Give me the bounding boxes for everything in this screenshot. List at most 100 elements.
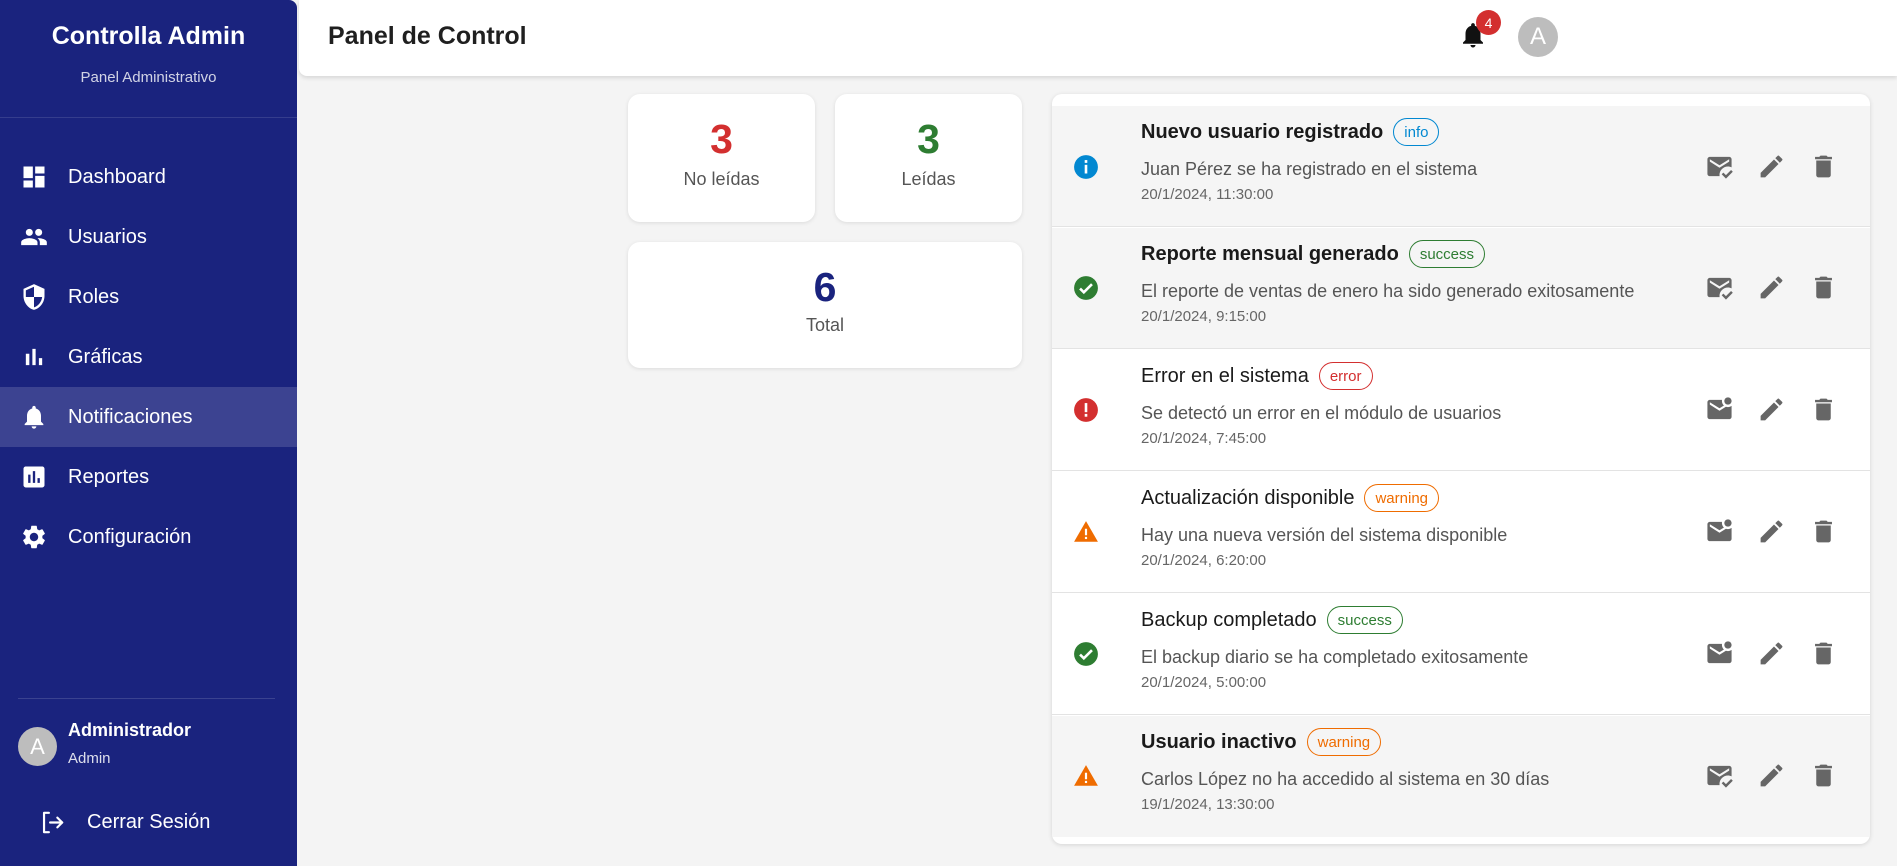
check-circle-icon	[1074, 276, 1098, 300]
sidebar-item-notificaciones[interactable]: Notificaciones	[0, 387, 297, 447]
edit-icon[interactable]	[1757, 152, 1786, 181]
avatar: A	[18, 727, 57, 766]
delete-icon[interactable]	[1809, 273, 1838, 302]
notification-message: Juan Pérez se ha registrado en el sistem…	[1141, 159, 1478, 179]
notification-type-chip: error	[1318, 362, 1373, 390]
bar-chart-icon	[25, 348, 43, 366]
notification-title: Error en el sistema	[1141, 364, 1309, 387]
notification-type-chip: success	[1326, 606, 1403, 634]
brand-subtitle: Panel Administrativo	[80, 69, 217, 86]
notification-item[interactable]: Reporte mensual generado success El repo…	[1052, 228, 1870, 349]
notification-count-badge: 4	[1476, 10, 1501, 35]
check-circle-icon	[1074, 642, 1098, 666]
notification-time: 20/1/2024, 5:00:00	[1141, 674, 1267, 691]
notification-time: 20/1/2024, 11:30:00	[1141, 186, 1274, 203]
mark-unread-icon[interactable]	[1705, 395, 1734, 424]
notification-type-chip: warning	[1306, 728, 1382, 756]
stat-value: 6	[813, 264, 837, 310]
mark-read-icon[interactable]	[1705, 152, 1734, 181]
logout-button[interactable]: Cerrar Sesión	[38, 808, 210, 837]
sidebar: Controlla Admin Panel Administrativo Das…	[0, 0, 297, 866]
sidebar-user: A Administrador Admin	[18, 720, 191, 767]
stat-value: 3	[710, 116, 733, 162]
notification-item[interactable]: Backup completado success El backup diar…	[1052, 594, 1870, 715]
user-role: Admin	[68, 750, 111, 767]
people-icon	[21, 228, 47, 246]
stat-card-total: 6 Total	[628, 242, 1022, 368]
sidebar-item-configuracion[interactable]: Configuración	[0, 507, 297, 567]
stat-card-read: 3 Leídas	[835, 94, 1022, 222]
notification-item[interactable]: Nuevo usuario registrado info Juan Pérez…	[1052, 106, 1870, 227]
edit-icon[interactable]	[1757, 395, 1786, 424]
notification-time: 20/1/2024, 6:20:00	[1141, 552, 1267, 569]
notification-type-chip: warning	[1364, 484, 1439, 512]
notification-type-chip: success	[1408, 240, 1486, 268]
notification-item[interactable]: Usuario inactivo warning Carlos López no…	[1052, 716, 1870, 837]
sidebar-item-label: Roles	[68, 285, 120, 308]
sidebar-item-dashboard[interactable]: Dashboard	[0, 147, 297, 207]
notification-title: Reporte mensual generado	[1141, 242, 1399, 265]
user-name: Administrador	[68, 720, 192, 740]
avatar[interactable]: A	[1518, 17, 1558, 57]
sidebar-item-label: Reportes	[68, 465, 150, 488]
warning-icon	[1074, 765, 1098, 786]
warning-icon	[1074, 521, 1098, 542]
notification-title: Nuevo usuario registrado	[1141, 120, 1384, 143]
stat-label: No leídas	[683, 169, 760, 189]
brand-title: Controlla Admin	[51, 22, 246, 50]
notification-title: Usuario inactivo	[1141, 730, 1297, 753]
mark-read-icon[interactable]	[1705, 273, 1734, 302]
delete-icon[interactable]	[1809, 517, 1838, 546]
sidebar-item-usuarios[interactable]: Usuarios	[0, 207, 297, 267]
stat-card-unread: 3 No leídas	[628, 94, 815, 222]
sidebar-item-label: Usuarios	[68, 225, 147, 248]
sidebar-item-label: Dashboard	[68, 165, 166, 188]
notification-item[interactable]: Error en el sistema error Se detectó un …	[1052, 350, 1870, 471]
delete-icon[interactable]	[1809, 639, 1838, 668]
notification-item[interactable]: Actualización disponible warning Hay una…	[1052, 472, 1870, 593]
notification-title: Backup completado	[1141, 608, 1317, 631]
notification-message: Carlos López no ha accedido al sistema e…	[1141, 769, 1550, 789]
sidebar-nav: Dashboard Usuarios Roles Gráficas Notifi…	[0, 147, 297, 567]
info-icon	[1074, 155, 1098, 179]
logout-label: Cerrar Sesión	[87, 811, 211, 833]
edit-icon[interactable]	[1757, 639, 1786, 668]
bell-icon	[24, 405, 44, 429]
edit-icon[interactable]	[1757, 273, 1786, 302]
stat-value: 3	[917, 116, 940, 162]
notification-message: Hay una nueva versión del sistema dispon…	[1141, 525, 1508, 545]
mark-unread-icon[interactable]	[1705, 517, 1734, 546]
sidebar-divider	[18, 698, 275, 699]
delete-icon[interactable]	[1809, 152, 1838, 181]
sidebar-item-graficas[interactable]: Gráficas	[0, 327, 297, 387]
notification-time: 20/1/2024, 9:15:00	[1141, 308, 1267, 325]
logout-icon	[42, 811, 64, 834]
error-icon	[1074, 398, 1098, 422]
sidebar-item-label: Gráficas	[68, 345, 143, 368]
sidebar-item-label: Configuración	[68, 525, 192, 548]
notification-type-chip: info	[1393, 118, 1440, 146]
mark-read-icon[interactable]	[1705, 761, 1734, 790]
shield-icon	[23, 284, 45, 310]
notification-list: Nuevo usuario registrado info Juan Pérez…	[1052, 94, 1870, 844]
notification-time: 20/1/2024, 7:45:00	[1141, 430, 1267, 447]
notification-message: El reporte de ventas de enero ha sido ge…	[1141, 281, 1635, 301]
mark-unread-icon[interactable]	[1705, 639, 1734, 668]
sidebar-item-reportes[interactable]: Reportes	[0, 447, 297, 507]
stat-label: Total	[805, 315, 845, 335]
top-bar: Panel de Control	[299, 0, 1897, 76]
sidebar-item-label: Notificaciones	[68, 405, 193, 428]
brand: Controlla Admin Panel Administrativo	[0, 0, 297, 118]
notification-title: Actualización disponible	[1141, 486, 1355, 509]
delete-icon[interactable]	[1809, 395, 1838, 424]
edit-icon[interactable]	[1757, 517, 1786, 546]
dashboard-icon	[23, 166, 45, 188]
edit-icon[interactable]	[1757, 761, 1786, 790]
delete-icon[interactable]	[1809, 761, 1838, 790]
sidebar-item-roles[interactable]: Roles	[0, 267, 297, 327]
notification-message: El backup diario se ha completado exitos…	[1141, 647, 1529, 667]
stat-label: Leídas	[901, 169, 956, 189]
notification-message: Se detectó un error en el módulo de usua…	[1141, 403, 1502, 423]
report-icon	[23, 466, 45, 488]
page-title: Panel de Control	[328, 22, 527, 50]
